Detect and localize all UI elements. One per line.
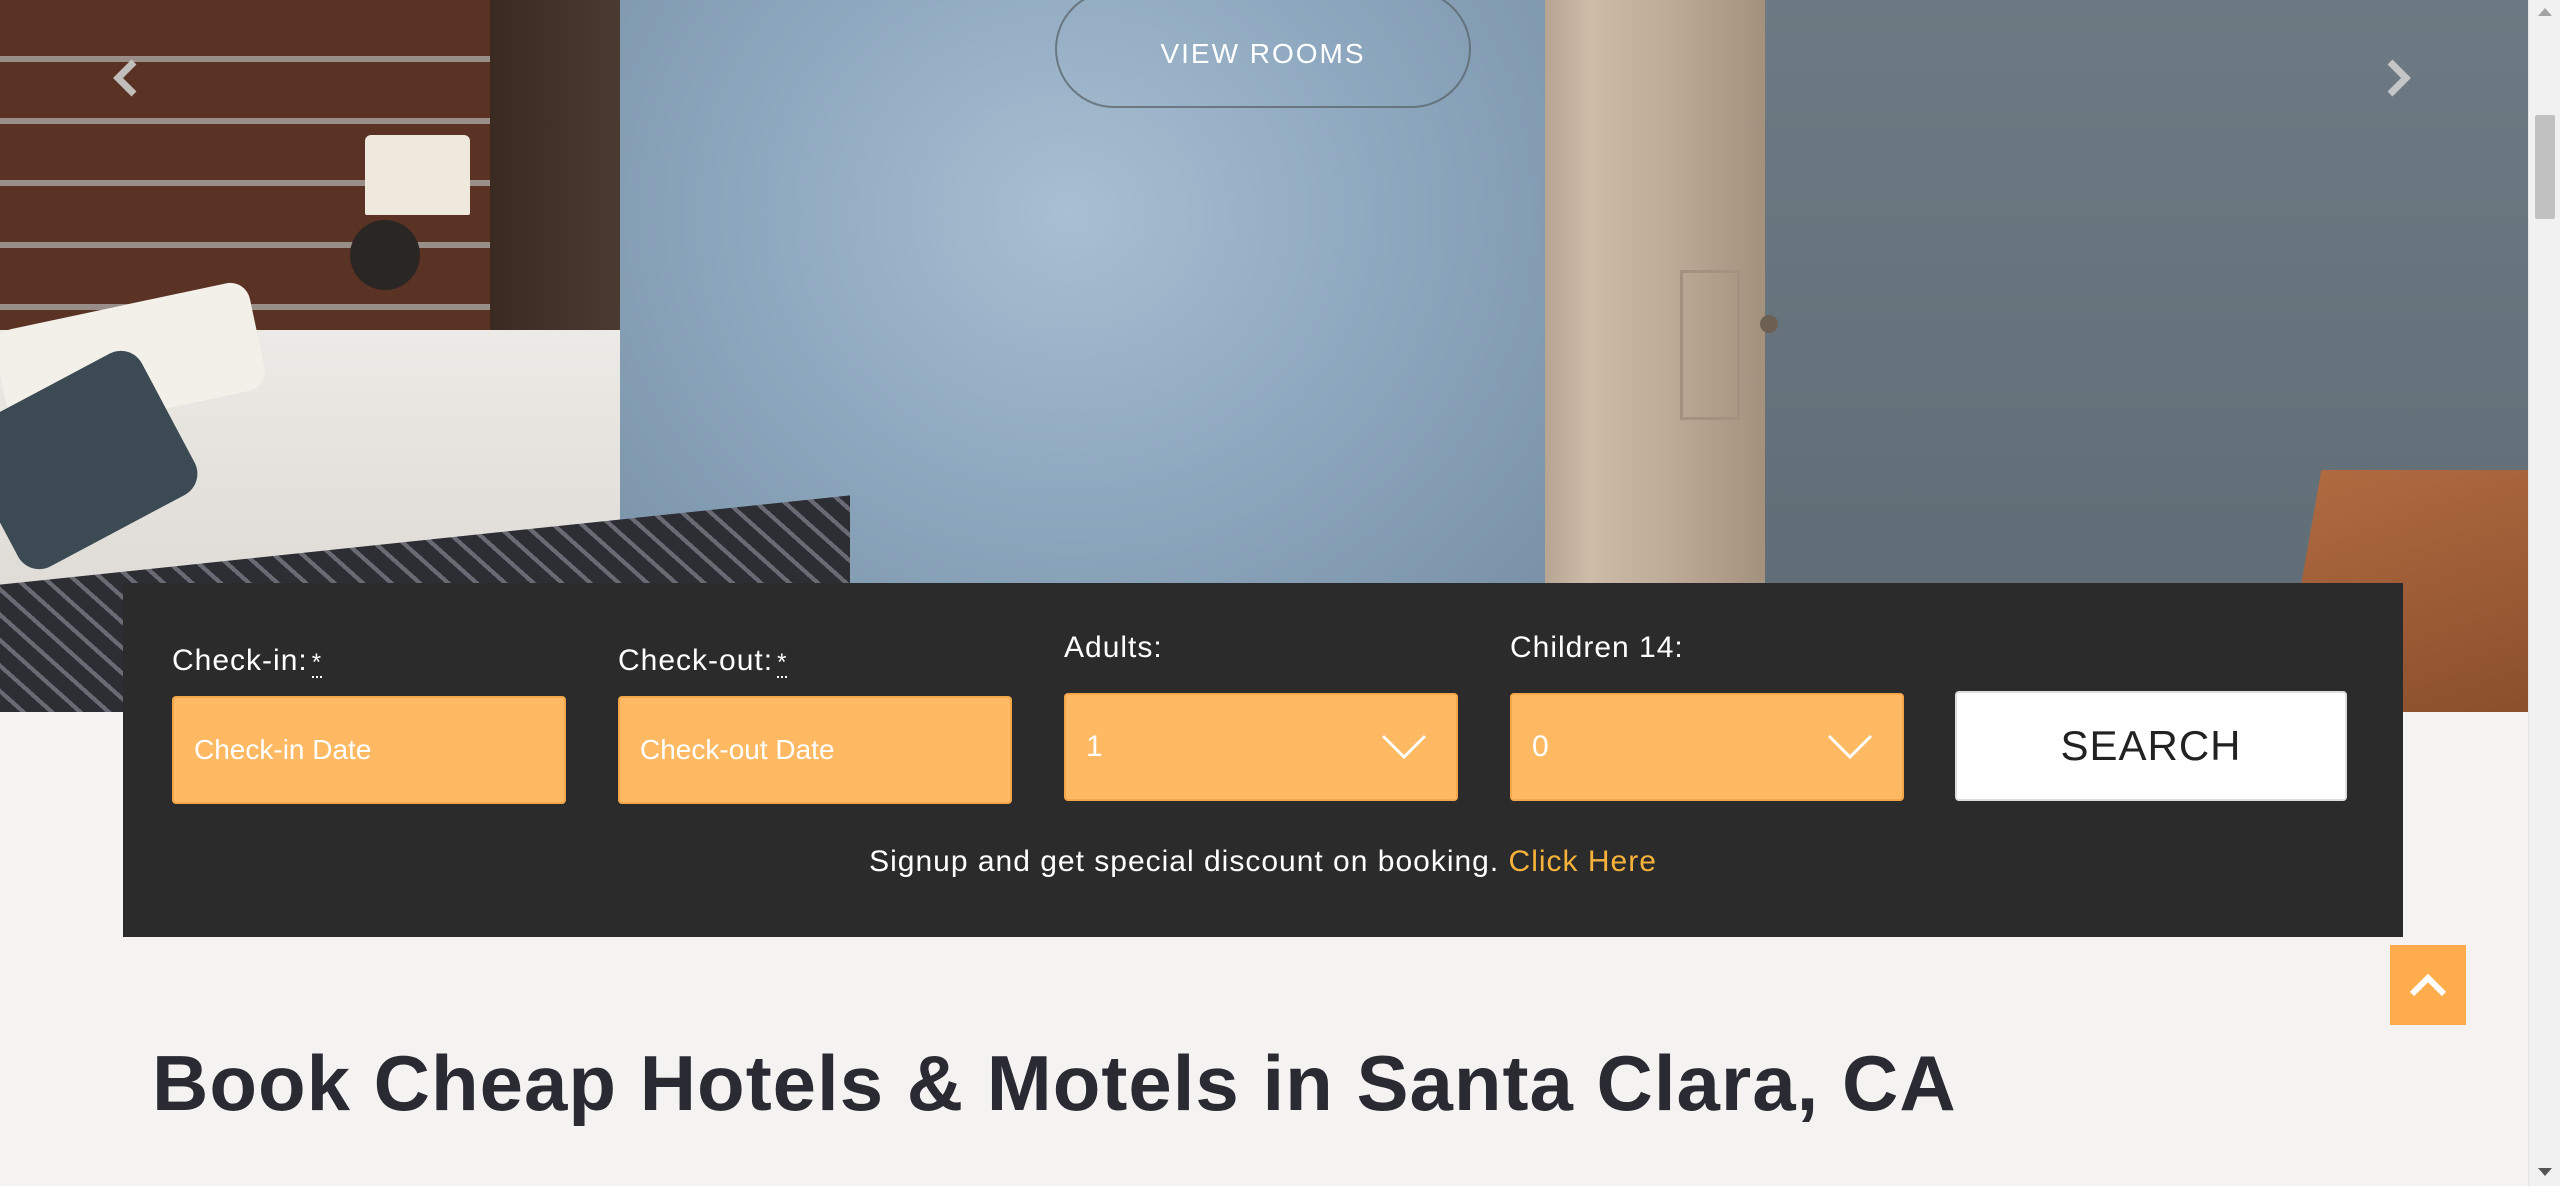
checkin-date-input[interactable]: Check-in Date (172, 696, 566, 804)
signup-promo: Signup and get special discount on booki… (123, 845, 2403, 879)
adults-label: Adults: (1064, 631, 1163, 664)
slider-prev-button[interactable] (110, 58, 140, 97)
children-select[interactable]: 0 (1510, 693, 1904, 801)
hero-photo-door-handle (1760, 315, 1778, 333)
vertical-scrollbar[interactable] (2528, 0, 2560, 1186)
adults-select[interactable]: 1 (1064, 693, 1458, 801)
scroll-down-icon[interactable] (2538, 1168, 2552, 1176)
hero-photo-door-panel (1680, 270, 1740, 420)
checkout-label: Check-out: * (618, 644, 788, 678)
chevron-left-icon (113, 59, 137, 97)
scroll-thumb[interactable] (2535, 115, 2555, 219)
chevron-right-icon (2387, 59, 2411, 97)
chevron-down-icon (1827, 734, 1873, 760)
chevron-up-icon (2409, 973, 2447, 997)
search-button[interactable]: SEARCH (1955, 691, 2347, 801)
adults-select-value: 1 (1086, 730, 1103, 763)
slider-next-button[interactable] (2384, 58, 2414, 97)
checkin-label-text: Check-in: (172, 644, 308, 677)
hero-photo-lamp-base (350, 220, 420, 290)
signup-link[interactable]: Click Here (1509, 845, 1657, 878)
required-mark: * (311, 649, 323, 678)
hero-photo-lamp (365, 135, 470, 215)
checkin-label: Check-in: * (172, 644, 323, 678)
view-rooms-button[interactable]: VIEW ROOMS (1055, 0, 1471, 108)
required-mark: * (777, 649, 788, 678)
back-to-top-button[interactable] (2390, 945, 2466, 1025)
checkout-label-text: Check-out: (618, 644, 774, 677)
checkout-date-input[interactable]: Check-out Date (618, 696, 1012, 804)
chevron-down-icon (1381, 734, 1427, 760)
signup-promo-text: Signup and get special discount on booki… (869, 845, 1500, 878)
scroll-up-icon[interactable] (2538, 8, 2552, 16)
children-label: Children 14: (1510, 631, 1684, 664)
children-select-value: 0 (1532, 730, 1549, 763)
page-title: Book Cheap Hotels & Motels in Santa Clar… (152, 1039, 1957, 1127)
